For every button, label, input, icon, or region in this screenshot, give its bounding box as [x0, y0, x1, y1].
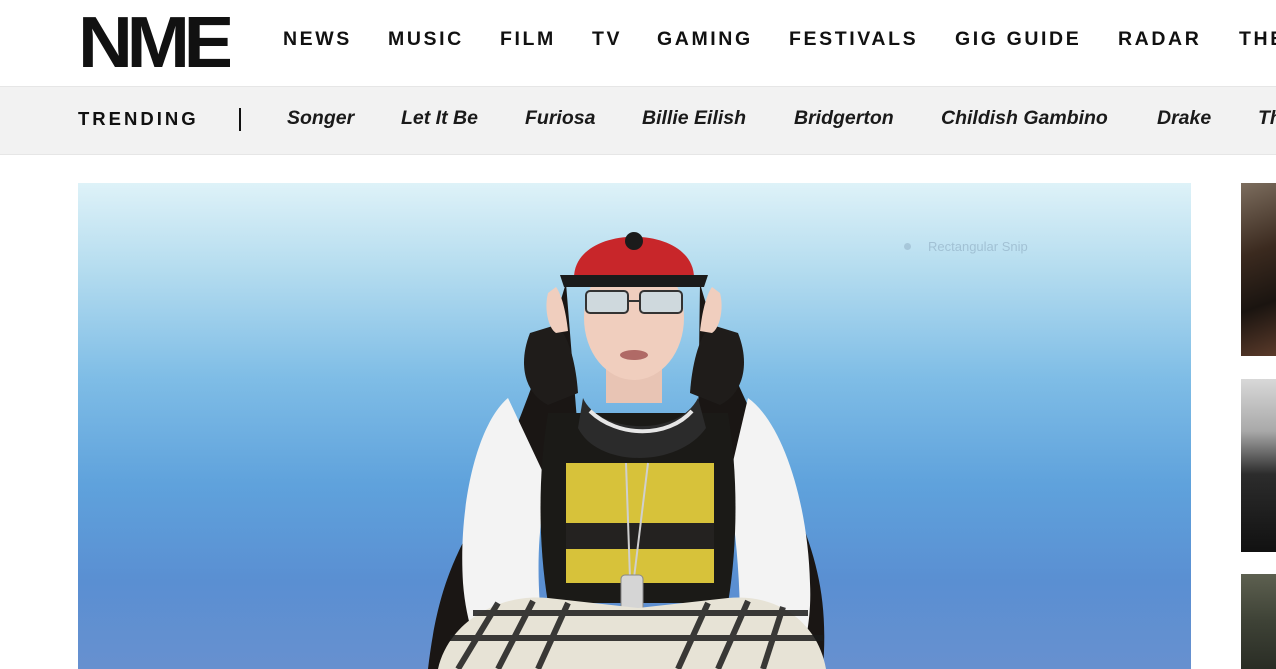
trending-item[interactable]: Songer — [287, 107, 354, 130]
sidebar-thumbnail[interactable] — [1241, 379, 1276, 552]
snip-indicator-icon — [904, 243, 911, 250]
nav-festivals[interactable]: FESTIVALS — [789, 28, 918, 51]
hero-illustration — [428, 232, 826, 669]
trending-item[interactable]: Childish Gambino — [941, 107, 1108, 130]
snip-overlay-text: Rectangular Snip — [928, 239, 1028, 254]
trending-item[interactable]: Bridgerton — [794, 107, 894, 130]
nav-gaming[interactable]: GAMING — [657, 28, 753, 51]
nav-tv[interactable]: TV — [592, 28, 622, 51]
nav-the[interactable]: THE — [1239, 28, 1276, 51]
nav-music[interactable]: MUSIC — [388, 28, 464, 51]
hero-image[interactable]: Rectangular Snip — [78, 183, 1191, 669]
trending-divider — [239, 108, 241, 131]
nav-gig-guide[interactable]: GIG GUIDE — [955, 28, 1081, 51]
nav-news[interactable]: NEWS — [283, 28, 352, 51]
nav-radar[interactable]: RADAR — [1118, 28, 1201, 51]
sidebar-thumbnail[interactable] — [1241, 574, 1276, 669]
trending-item[interactable]: Let It Be — [401, 107, 478, 130]
trending-label: TRENDING — [78, 108, 199, 129]
sidebar-thumbnail[interactable] — [1241, 183, 1276, 356]
trending-item[interactable]: Th — [1258, 107, 1276, 130]
trending-bar: TRENDING Songer Let It Be Furiosa Billie… — [0, 86, 1276, 155]
trending-item[interactable]: Furiosa — [525, 107, 595, 130]
site-header: NME NEWS MUSIC FILM TV GAMING FESTIVALS … — [0, 0, 1276, 86]
trending-item[interactable]: Billie Eilish — [642, 107, 746, 130]
nav-film[interactable]: FILM — [500, 28, 556, 51]
svg-text:NME: NME — [78, 13, 230, 69]
nme-logo-icon[interactable]: NME — [78, 13, 230, 69]
trending-item[interactable]: Drake — [1157, 107, 1211, 130]
